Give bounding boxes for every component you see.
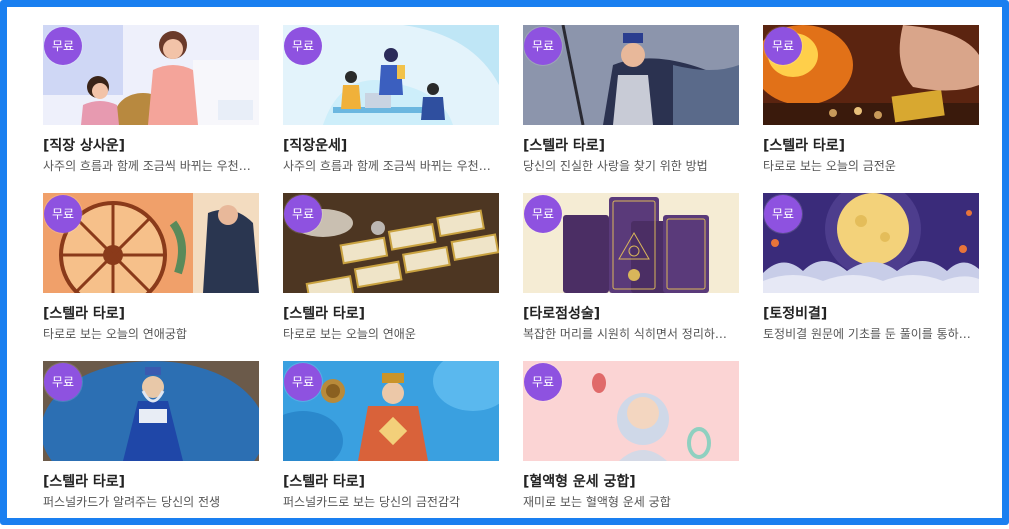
card-description: 복잡한 머리를 시원히 식히면서 정리하… (523, 327, 727, 341)
card-tarot-love-match[interactable]: 무료 [스텔라 타로] 타로로 보는 오늘의 연애궁합 (43, 193, 259, 361)
card-title: [스텔라 타로] (43, 306, 126, 322)
card-grid: 무료 [직장 상사운] 사주의 흐름과 함께 조금씩 바뀌는 우천… 무료 [직… (43, 25, 979, 529)
card-description: 당신의 진실한 사랑을 찾기 위한 방법 (523, 159, 708, 173)
card-description: 토정비결 원문에 기초를 둔 풀이를 통하… (763, 327, 971, 341)
thumbnail-tarot-past-life: 무료 (43, 361, 259, 461)
card-description: 퍼스널카드가 알려주는 당신의 전생 (43, 495, 221, 509)
thumbnail-tarot-love: 무료 (283, 193, 499, 293)
thumbnail-tojeongbigyeol: 무료 (763, 193, 979, 293)
content-frame: 무료 [직장 상사운] 사주의 흐름과 함께 조금씩 바뀌는 우천… 무료 [직… (0, 0, 1009, 525)
thumbnail-tarot-astrology: 무료 (523, 193, 739, 293)
card-title: [스텔라 타로] (283, 474, 366, 490)
thumbnail-tarot-true-love: 무료 (523, 25, 739, 125)
card-description: 타로로 보는 오늘의 연애운 (283, 327, 416, 341)
thumbnail-tarot-money-sense: 무료 (283, 361, 499, 461)
card-title: [직장운세] (283, 138, 348, 154)
card-description: 사주의 흐름과 함께 조금씩 바뀌는 우천… (43, 159, 251, 173)
card-tarot-love[interactable]: 무료 [스텔라 타로] 타로로 보는 오늘의 연애운 (283, 193, 499, 361)
card-blood-type[interactable]: 무료 [혈액형 운세 궁합] 재미로 보는 혈액형 운세 궁합 (523, 361, 739, 529)
card-tojeongbigyeol[interactable]: 무료 [토정비결] 토정비결 원문에 기초를 둔 풀이를 통하… (763, 193, 979, 361)
free-badge: 무료 (44, 195, 82, 233)
card-office-boss[interactable]: 무료 [직장 상사운] 사주의 흐름과 함께 조금씩 바뀌는 우천… (43, 25, 259, 193)
free-badge: 무료 (284, 195, 322, 233)
card-description: 사주의 흐름과 함께 조금씩 바뀌는 우천… (283, 159, 491, 173)
card-tarot-astrology[interactable]: 무료 [타로점성술] 복잡한 머리를 시원히 식히면서 정리하… (523, 193, 739, 361)
card-tarot-money-sense[interactable]: 무료 [스텔라 타로] 퍼스널카드로 보는 당신의 금전감각 (283, 361, 499, 529)
card-title: [스텔라 타로] (523, 138, 606, 154)
card-title: [직장 상사운] (43, 138, 126, 154)
free-badge: 무료 (524, 27, 562, 65)
card-title: [타로점성술] (523, 306, 601, 322)
free-badge: 무료 (764, 195, 802, 233)
free-badge: 무료 (44, 27, 82, 65)
card-description: 타로로 보는 오늘의 연애궁합 (43, 327, 187, 341)
card-job-fortune[interactable]: 무료 [직장운세] 사주의 흐름과 함께 조금씩 바뀌는 우천… (283, 25, 499, 193)
card-description: 퍼스널카드로 보는 당신의 금전감각 (283, 495, 461, 509)
card-description: 타로로 보는 오늘의 금전운 (763, 159, 896, 173)
thumbnail-tarot-money: 무료 (763, 25, 979, 125)
card-title: [스텔라 타로] (763, 138, 846, 154)
card-description: 재미로 보는 혈액형 운세 궁합 (523, 495, 671, 509)
free-badge: 무료 (524, 195, 562, 233)
card-title: [혈액형 운세 궁합] (523, 474, 636, 490)
thumbnail-blood-type: 무료 (523, 361, 739, 461)
card-tarot-true-love[interactable]: 무료 [스텔라 타로] 당신의 진실한 사랑을 찾기 위한 방법 (523, 25, 739, 193)
free-badge: 무료 (524, 363, 562, 401)
free-badge: 무료 (44, 363, 82, 401)
thumbnail-tarot-love-match: 무료 (43, 193, 259, 293)
free-badge: 무료 (284, 363, 322, 401)
thumbnail-office-boss: 무료 (43, 25, 259, 125)
free-badge: 무료 (284, 27, 322, 65)
free-badge: 무료 (764, 27, 802, 65)
card-title: [스텔라 타로] (283, 306, 366, 322)
card-tarot-money[interactable]: 무료 [스텔라 타로] 타로로 보는 오늘의 금전운 (763, 25, 979, 193)
card-tarot-past-life[interactable]: 무료 [스텔라 타로] 퍼스널카드가 알려주는 당신의 전생 (43, 361, 259, 529)
card-title: [스텔라 타로] (43, 474, 126, 490)
thumbnail-job-fortune: 무료 (283, 25, 499, 125)
card-title: [토정비결] (763, 306, 828, 322)
